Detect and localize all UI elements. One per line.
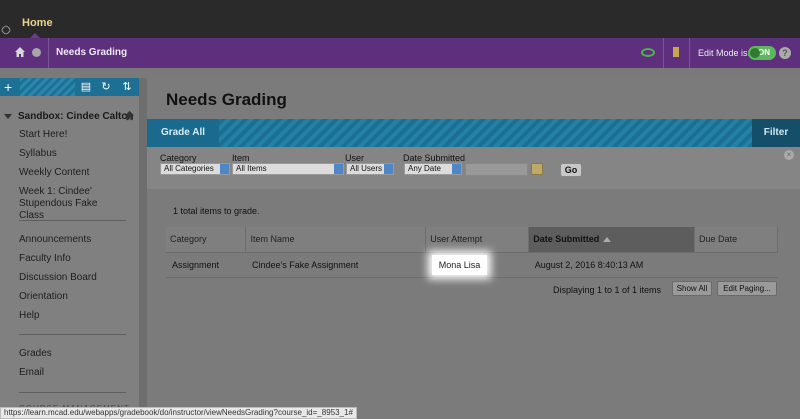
calendar-icon[interactable] [531, 163, 543, 175]
action-bar: Grade All Filter [147, 119, 800, 147]
needs-grading-table: Category Item Name User Attempt Date Sub… [166, 227, 778, 278]
breadcrumb-title: Needs Grading [56, 47, 128, 58]
user-select-value: All Users [350, 164, 383, 173]
browser-status-url: https://learn.mcad.edu/webapps/gradebook… [0, 407, 357, 419]
toolbar-pattern [20, 78, 75, 96]
date-select-value: Any Date [408, 164, 441, 173]
cell-category: Assignment [166, 251, 246, 278]
chevron-down-icon [334, 164, 343, 174]
course-menu-toolbar: + ▤ ↻ ⇅ [0, 78, 139, 96]
filter-button[interactable]: Filter [752, 119, 800, 147]
column-header-date-submitted[interactable]: Date Submitted [528, 227, 696, 252]
menu-item-announcements[interactable]: Announcements [19, 234, 91, 246]
menu-item-syllabus[interactable]: Syllabus [19, 148, 57, 160]
student-preview-icon[interactable] [641, 48, 655, 57]
menu-item-weekly-content[interactable]: Weekly Content [19, 167, 89, 179]
date-submitted-label: Date Submitted [403, 153, 466, 163]
chevron-down-icon [384, 164, 393, 174]
item-label: Item [232, 153, 250, 163]
edit-paging-button[interactable]: Edit Paging... [717, 281, 777, 296]
refresh-icon[interactable]: ↻ [97, 79, 115, 95]
main-content: Needs Grading Grade All Filter Category … [147, 78, 800, 419]
pagination-text: Displaying 1 to 1 of 1 items [553, 285, 662, 295]
grade-all-button[interactable]: Grade All [147, 119, 219, 147]
menu-item-faculty-info[interactable]: Faculty Info [19, 253, 71, 265]
table-header-row: Category Item Name User Attempt Date Sub… [166, 227, 778, 252]
breadcrumb-bar: Needs Grading Edit Mode is: ON ? [0, 38, 800, 68]
cell-due-date [694, 251, 778, 278]
page-title: Needs Grading [166, 90, 287, 109]
category-label: Category [160, 153, 197, 163]
menu-divider [19, 334, 126, 335]
user-select[interactable]: All Users [346, 163, 394, 175]
menu-collapse-handle[interactable] [139, 78, 147, 419]
link-icon [0, 24, 12, 36]
menu-item-grades[interactable]: Grades [19, 348, 52, 360]
menu-item-week-1[interactable]: Week 1: Cindee' Stupendous Fake Class [19, 186, 124, 222]
chevron-down-icon [452, 164, 461, 174]
go-button[interactable]: Go [560, 163, 582, 177]
breadcrumb-menu-icon[interactable] [32, 48, 41, 57]
divider [689, 38, 690, 68]
reorder-icon[interactable]: ⇅ [118, 79, 136, 95]
user-attempt-link[interactable]: Mona Lisa [431, 254, 488, 275]
user-label: User [345, 153, 365, 163]
help-icon[interactable]: ? [779, 47, 791, 59]
menu-item-email[interactable]: Email [19, 367, 44, 379]
divider [48, 38, 49, 68]
total-items-text: 1 total items to grade. [173, 206, 260, 216]
bookmark-icon[interactable] [673, 47, 679, 57]
page-header: Needs Grading [147, 78, 800, 119]
date-select[interactable]: Any Date [404, 163, 462, 175]
edit-mode-toggle[interactable]: ON [748, 46, 776, 60]
add-menu-item-icon[interactable]: + [4, 79, 12, 95]
item-select-value: All Items [236, 164, 267, 173]
column-header-category[interactable]: Category [166, 227, 247, 252]
home-icon[interactable] [14, 46, 26, 58]
results-area: 1 total items to grade. Category Item Na… [147, 189, 800, 419]
cell-item-name[interactable]: Cindee's Fake Assignment [245, 251, 426, 278]
menu-item-discussion-board[interactable]: Discussion Board [19, 272, 97, 284]
course-title-label: Sandbox: Cindee Calton [18, 111, 134, 122]
chevron-down-icon [220, 164, 229, 174]
category-select[interactable]: All Categories [160, 163, 230, 175]
menu-item-orientation[interactable]: Orientation [19, 291, 68, 303]
cell-date-submitted: August 2, 2016 8:40:13 AM [528, 251, 695, 278]
date-input[interactable] [465, 163, 528, 176]
course-menu: + ▤ ↻ ⇅ Sandbox: Cindee Calton Start Her… [0, 78, 139, 419]
date-submitted-header-label: Date Submitted [533, 234, 600, 245]
close-filter-icon[interactable]: × [784, 150, 794, 160]
column-header-due-date[interactable]: Due Date [694, 227, 778, 252]
edit-mode-label: Edit Mode is: [698, 48, 751, 58]
divider [663, 38, 664, 68]
toggle-knob [750, 48, 760, 58]
cell-user-attempt: Mona Lisa [425, 251, 529, 278]
course-home-icon[interactable] [124, 110, 135, 121]
menu-item-start-here[interactable]: Start Here! [19, 129, 67, 141]
column-header-user-attempt[interactable]: User Attempt [425, 227, 530, 252]
collapse-icon [4, 113, 12, 119]
top-navigation-bar: Home [0, 0, 800, 38]
show-all-button[interactable]: Show All [672, 281, 712, 296]
tab-home[interactable]: Home [22, 17, 53, 29]
course-title[interactable]: Sandbox: Cindee Calton [4, 111, 134, 122]
category-select-value: All Categories [164, 164, 214, 173]
menu-item-help[interactable]: Help [19, 310, 40, 322]
filter-panel: Category All Categories Item All Items U… [147, 147, 800, 189]
column-header-item-name[interactable]: Item Name [245, 227, 427, 252]
sort-ascending-icon [603, 237, 612, 243]
item-select[interactable]: All Items [232, 163, 344, 175]
menu-divider [19, 392, 126, 393]
folder-view-icon[interactable]: ▤ [77, 79, 95, 95]
table-row: Assignment Cindee's Fake Assignment Mona… [166, 251, 778, 278]
menu-divider [19, 220, 126, 221]
